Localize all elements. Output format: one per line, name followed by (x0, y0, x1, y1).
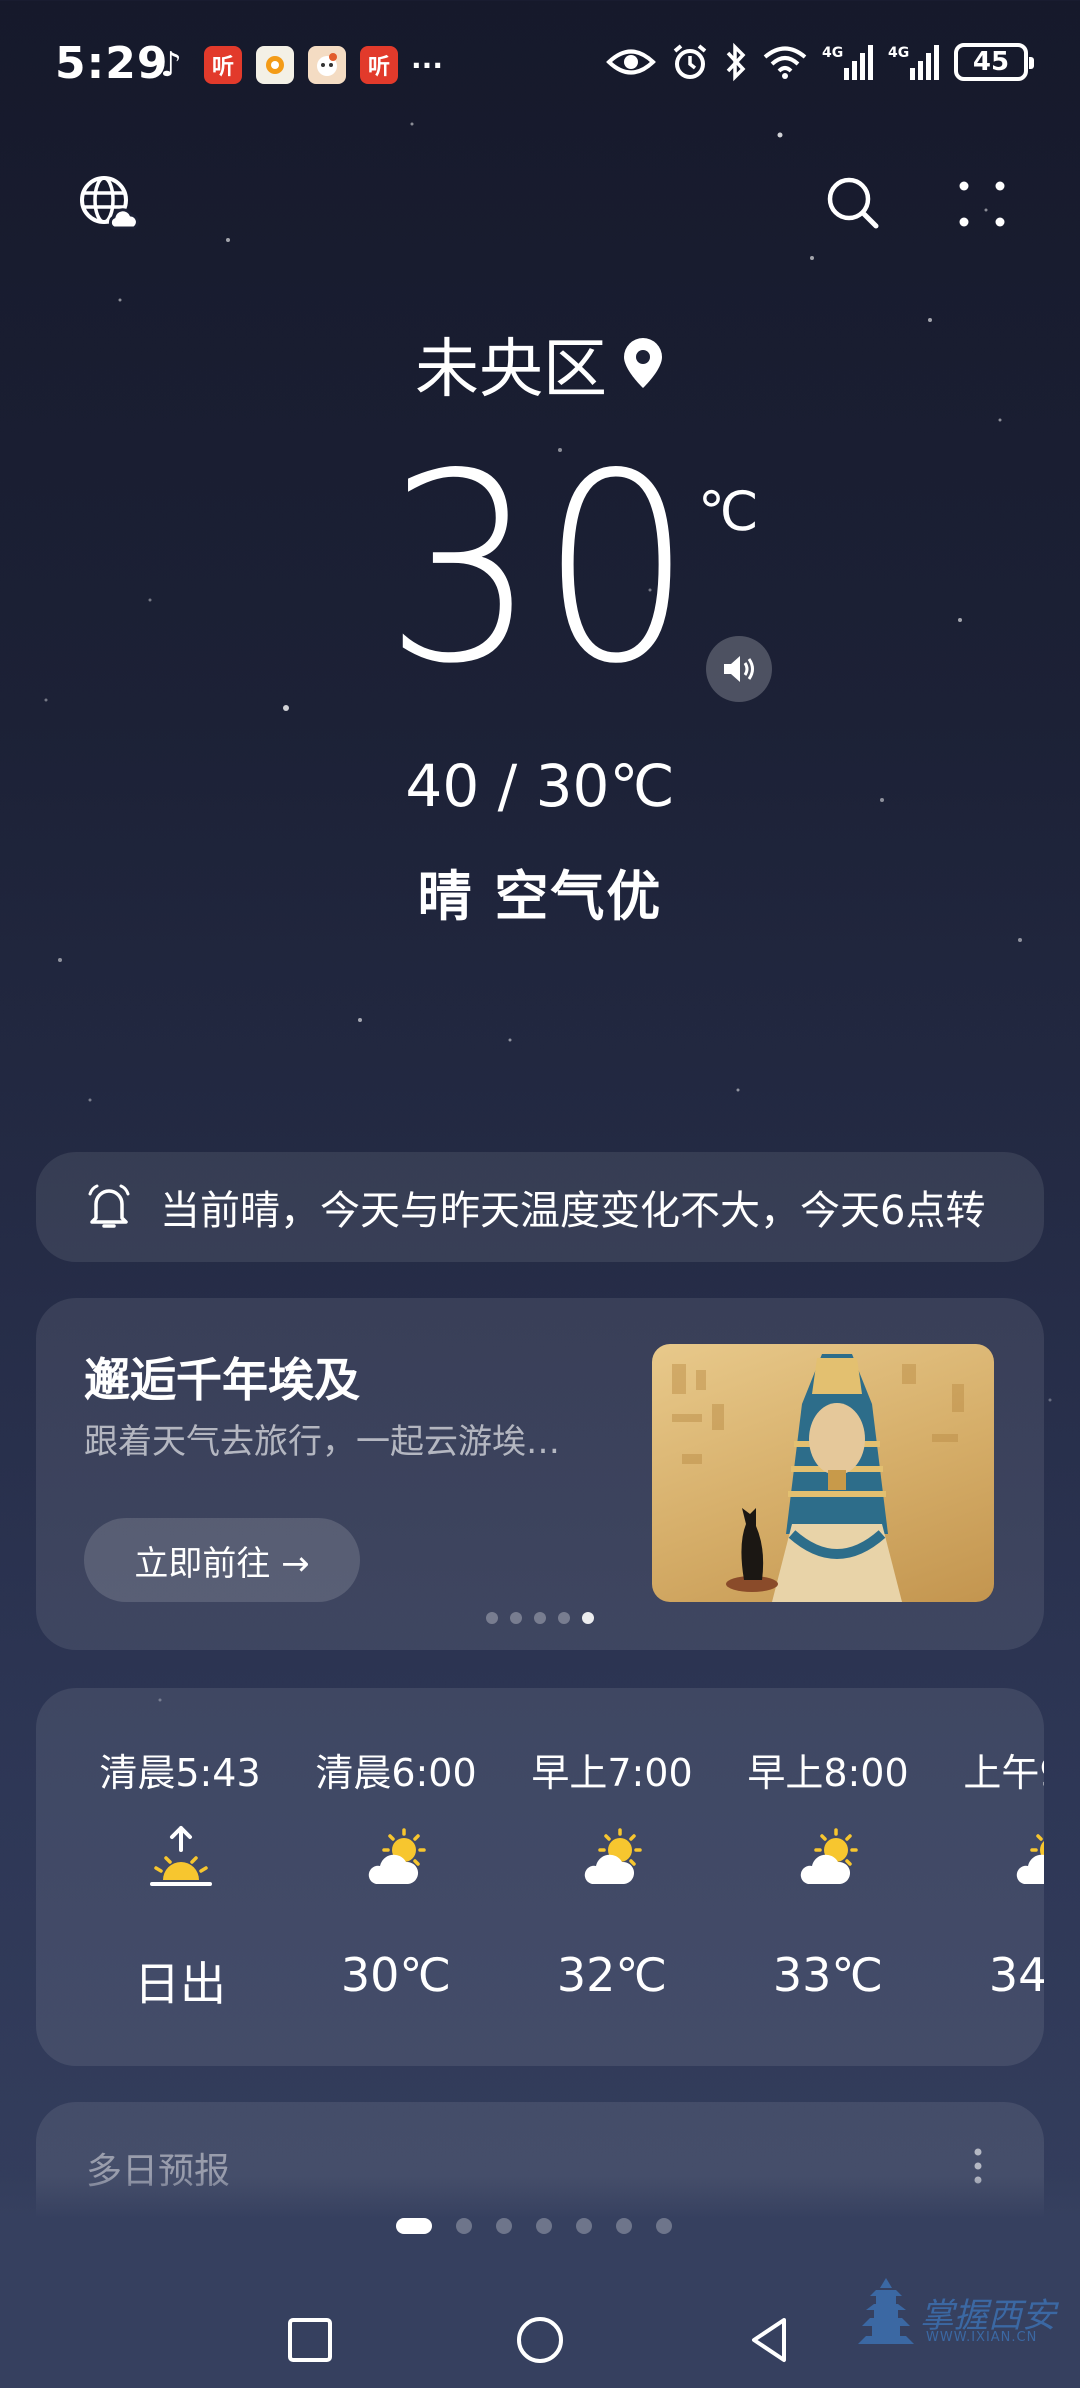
temperature-unit: ℃ (698, 480, 759, 543)
hour-time: 上午9:00 (963, 1751, 1044, 1795)
watermark-logo: 掌握西安 WWW.IXIAN.CN (856, 2276, 1056, 2356)
hourly-forecast-card[interactable]: 清晨5:43 日出 清晨6:00 30℃ 早上7:00 32℃ 早上8:00 3… (36, 1688, 1044, 2066)
temperature-range: 40 / 30℃ (405, 752, 675, 820)
battery-icon: 45 (954, 43, 1034, 81)
watermark-url: WWW.IXIAN.CN (926, 2330, 1038, 2345)
notification-icons: ♪ 听 听 ··· (152, 45, 443, 85)
bluetooth-icon (724, 40, 748, 84)
search-icon (827, 177, 879, 229)
hour-item: 早上8:00 33℃ (720, 1688, 936, 2066)
hour-time: 清晨5:43 (99, 1751, 261, 1795)
pagoda-logo-icon (858, 2278, 914, 2344)
partly-cloudy-icon (368, 1828, 426, 1884)
city-management-button[interactable] (76, 172, 140, 236)
search-button[interactable] (822, 172, 886, 236)
voice-broadcast-button[interactable] (706, 636, 772, 702)
location-name: 未央区 (415, 333, 607, 407)
hour-item: 上午9:00 34℃ (936, 1688, 1044, 2066)
temperature-value: 30 (384, 419, 696, 721)
promo-dot (486, 1612, 498, 1624)
hour-time: 清晨6:00 (315, 1751, 477, 1795)
hour-value: 32℃ (556, 1948, 668, 2002)
hour-item: 清晨6:00 30℃ (288, 1688, 504, 2066)
partly-cloudy-icon (1016, 1834, 1044, 1884)
promo-pagination (486, 1612, 594, 1624)
promo-dot (534, 1612, 546, 1624)
cellular-signal-icon-1: 4G (822, 40, 874, 84)
city-page-indicator (396, 2218, 672, 2234)
location-header[interactable]: 未央区 (0, 318, 1080, 410)
tiktok-icon: ♪ (160, 45, 182, 85)
promo-title: 邂逅千年埃及 (84, 1353, 360, 1407)
more-notifications-icon: ··· (411, 48, 443, 82)
travel-promo-card[interactable]: 邂逅千年埃及 跟着天气去旅行，一起云游埃… 立即前往 → (36, 1298, 1044, 1650)
partly-cloudy-icon (584, 1828, 642, 1884)
listen-app-icon: 听 (204, 46, 242, 84)
character-app-icon (308, 46, 346, 84)
grid-dots-icon (959, 181, 1005, 227)
system-icons: 4G 4G 45 (606, 40, 1034, 84)
location-pin-icon (624, 338, 662, 388)
hour-value: 33℃ (772, 1948, 884, 2002)
hour-value: 30℃ (340, 1948, 452, 2002)
hour-item: 清晨5:43 日出 (72, 1688, 288, 2066)
more-menu-button[interactable] (950, 172, 1014, 236)
svg-text:4G: 4G (888, 45, 909, 61)
partly-cloudy-icon (800, 1828, 858, 1884)
recent-apps-button[interactable] (280, 2310, 340, 2370)
page-dot (576, 2218, 592, 2234)
listen-app-icon: 听 (360, 46, 398, 84)
hour-value: 34℃ (988, 1948, 1044, 2002)
page-dot (456, 2218, 472, 2234)
egypt-pharaoh-image (652, 1344, 994, 1602)
go-now-button[interactable]: 立即前往 → (84, 1518, 360, 1602)
speaker-icon (724, 656, 754, 682)
page-dot (536, 2218, 552, 2234)
current-temperature: 30 (0, 440, 1080, 700)
weather-notice-bar[interactable]: 当前晴，今天与昨天温度变化不大，今天6点转 (36, 1152, 1044, 1262)
weather-condition: 晴 空气优 (417, 865, 663, 928)
food-app-icon (256, 46, 294, 84)
hour-item: 早上7:00 32℃ (504, 1688, 720, 2066)
cellular-signal-icon-2: 4G (888, 40, 940, 84)
page-dot-active (396, 2218, 432, 2234)
back-button[interactable] (740, 2310, 800, 2370)
svg-text:4G: 4G (822, 45, 843, 61)
status-bar: 5:29 ♪ 听 听 ··· 4G 4G 45 (0, 0, 1080, 130)
alarm-icon (670, 40, 710, 84)
home-button[interactable] (510, 2310, 570, 2370)
page-dot (656, 2218, 672, 2234)
promo-subtitle: 跟着天气去旅行，一起云游埃… (84, 1422, 560, 1462)
notice-text: 当前晴，今天与昨天温度变化不大，今天6点转 (160, 1188, 986, 1234)
eye-comfort-icon (606, 40, 656, 84)
wifi-icon (762, 40, 808, 84)
hour-time: 早上8:00 (747, 1751, 909, 1795)
hour-time: 早上7:00 (531, 1751, 693, 1795)
promo-dot-active (582, 1612, 594, 1624)
page-dot (496, 2218, 512, 2234)
promo-dot (510, 1612, 522, 1624)
sunrise-icon (150, 1826, 212, 1886)
promo-dot (558, 1612, 570, 1624)
globe-cloud-icon (80, 176, 139, 230)
page-dot (616, 2218, 632, 2234)
hour-value: 日出 (134, 1957, 226, 2011)
bell-icon (88, 1184, 130, 1228)
